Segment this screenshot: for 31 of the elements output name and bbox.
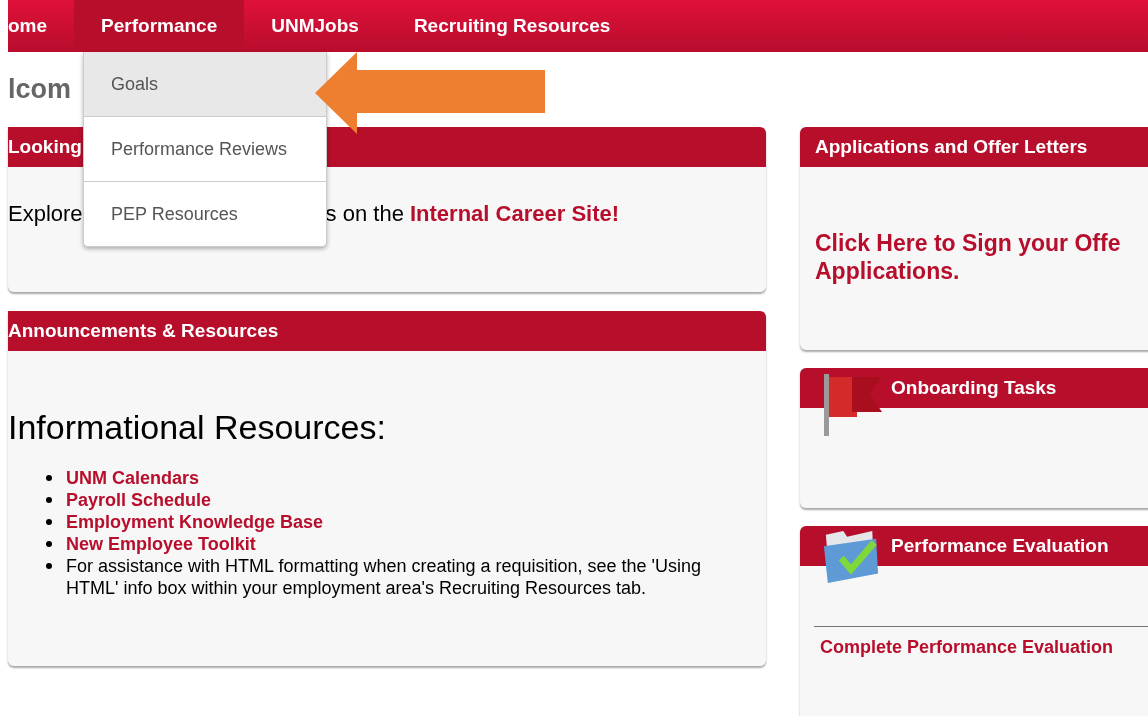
bullet-icon xyxy=(46,497,52,503)
info-text: For assistance with HTML formatting when creating a requisition, see the 'Using HTML' info box within your employment area's Recruiting Resources tab. xyxy=(66,555,703,599)
nav-tab[interactable]: Recruiting Resources xyxy=(386,0,638,52)
resource-link[interactable]: New Employee Toolkit xyxy=(66,533,256,555)
card-title: Applications and Offer Letters xyxy=(815,136,1088,158)
card-title: Performance Evaluation xyxy=(891,535,1109,557)
welcome-heading: lcom xyxy=(8,74,72,105)
nav-tab[interactable]: UNMJobs xyxy=(244,0,387,52)
card-title: Looking xyxy=(8,136,82,158)
nav-tab[interactable]: Performance xyxy=(74,0,245,52)
card-title: Announcements & Resources xyxy=(8,320,279,342)
resource-link[interactable]: UNM Calendars xyxy=(66,467,200,489)
evaluation-link[interactable]: Complete Performance Evaluation xyxy=(814,637,1114,657)
career-site-link[interactable]: Internal Career Site! xyxy=(410,201,620,227)
sign-offer-link[interactable]: Click Here to Sign your Offe xyxy=(815,229,1148,257)
bullet-icon xyxy=(46,541,52,547)
bullet-icon xyxy=(46,475,52,481)
resources-heading: Informational Resources: xyxy=(8,408,387,447)
nav-tab[interactable]: ome xyxy=(8,0,75,52)
folder-check-icon xyxy=(822,528,880,586)
bullet-icon xyxy=(46,519,52,525)
bullet-icon xyxy=(46,563,52,569)
resource-link[interactable]: Payroll Schedule xyxy=(66,489,212,511)
sign-offer-link[interactable]: Applications. xyxy=(815,257,1148,285)
explore-text: Explore xyxy=(8,201,83,227)
menu-item[interactable]: Goals xyxy=(84,52,326,117)
menu-item[interactable]: Performance Reviews xyxy=(84,117,326,182)
resource-link[interactable]: Employment Knowledge Base xyxy=(66,511,324,533)
menu-item[interactable]: PEP Resources xyxy=(84,182,326,246)
career-text: s on the xyxy=(325,201,405,227)
card-title: Onboarding Tasks xyxy=(891,377,1057,399)
